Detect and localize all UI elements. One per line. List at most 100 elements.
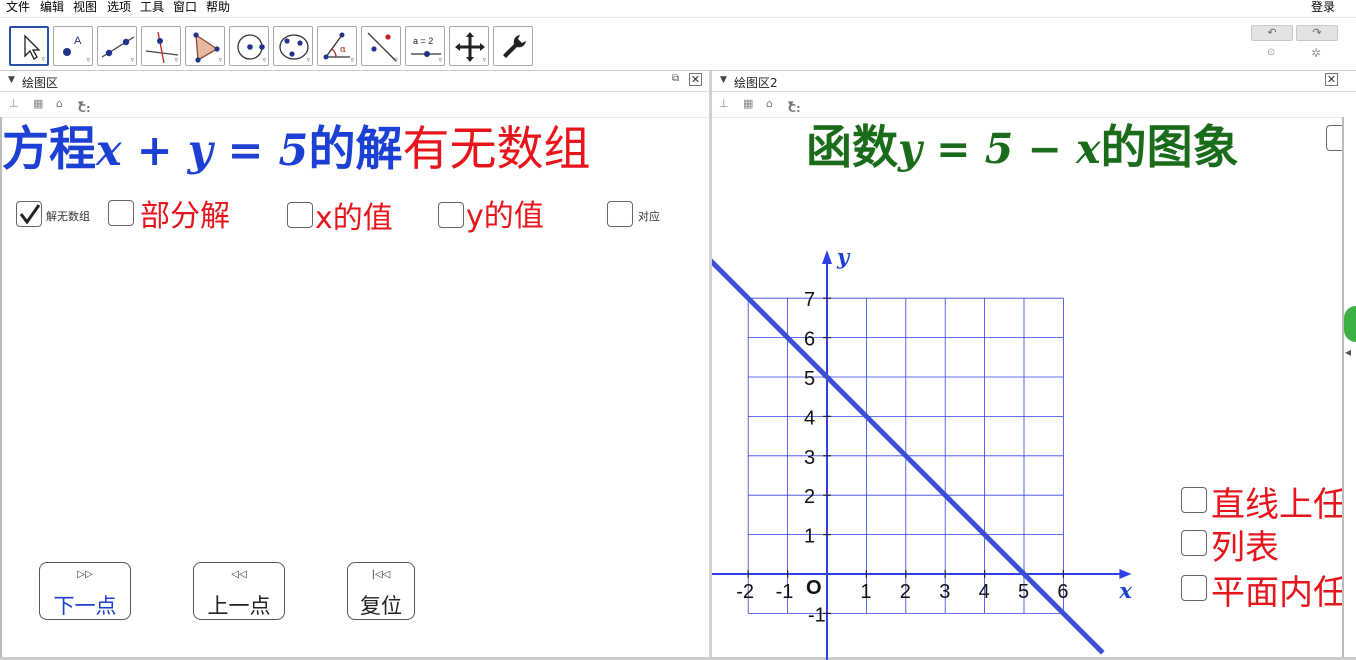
heading-math: x + y = 5 bbox=[96, 126, 309, 176]
y-tick-label: 6 bbox=[804, 329, 815, 351]
panel2-collapse-icon[interactable]: ▼ bbox=[720, 75, 727, 85]
panel1-style-bar: ⊥ ▦ ⌂ C: ▾ bbox=[0, 92, 709, 118]
next-point-label: 下一点 bbox=[53, 594, 117, 618]
checkmark-icon bbox=[19, 204, 41, 225]
redo-button[interactable]: ↷ bbox=[1296, 25, 1338, 41]
menu-window[interactable]: 窗口 bbox=[173, 0, 197, 14]
heading-math: y = 5 − x bbox=[898, 125, 1101, 173]
y-axis-arrow bbox=[822, 250, 832, 264]
tool-wrench[interactable] bbox=[493, 26, 533, 66]
menu-edit[interactable]: 编辑 bbox=[40, 0, 64, 14]
gear-icon[interactable]: ✲ bbox=[1311, 46, 1321, 60]
reset-button[interactable]: |◁◁ 复位 bbox=[347, 562, 415, 620]
checkbox-partial-solutions[interactable] bbox=[108, 200, 134, 226]
y-tick-label: 4 bbox=[804, 407, 815, 429]
tool-circle-three[interactable]: ▿ bbox=[273, 26, 313, 66]
tool-line[interactable]: ▿ bbox=[97, 26, 137, 66]
tool-reflect[interactable]: ▿ bbox=[361, 26, 401, 66]
panel2-heading: 函数y = 5 − x的图象 bbox=[806, 117, 1342, 177]
panel1-close-icon[interactable]: ✕ bbox=[689, 73, 702, 86]
reset-label: 复位 bbox=[360, 594, 402, 618]
checkbox-x-values[interactable] bbox=[287, 202, 313, 228]
label-any-point-on-line: 直线上任 bbox=[1211, 485, 1342, 525]
y-tick-label: -1 bbox=[808, 604, 826, 626]
tool-move-view[interactable]: ▿ bbox=[449, 26, 489, 66]
label-partial-solutions: 部分解 bbox=[140, 199, 230, 234]
redo-icon: ↷ bbox=[1312, 26, 1322, 39]
checkbox-any-point-in-plane[interactable] bbox=[1181, 575, 1207, 601]
sidebar-toggle[interactable] bbox=[1344, 306, 1356, 342]
fast-forward-icon: ▷▷ bbox=[77, 569, 93, 580]
x-tick-label: 1 bbox=[860, 581, 871, 603]
menu-view[interactable]: 视图 bbox=[73, 0, 97, 14]
checkbox-solutions-infinite[interactable] bbox=[16, 201, 42, 227]
home-icon[interactable]: ⌂ bbox=[56, 97, 63, 110]
x-tick-label: 4 bbox=[979, 581, 990, 603]
heading-text-2: 的图象 bbox=[1100, 120, 1239, 174]
previous-point-label: 上一点 bbox=[207, 594, 271, 618]
checkbox-any-point-on-line[interactable] bbox=[1181, 487, 1207, 513]
panel2-header: ▼ 绘图区2 ✕ bbox=[712, 71, 1356, 92]
checkbox-table[interactable] bbox=[1181, 530, 1207, 556]
menu-options[interactable]: 选项 bbox=[107, 0, 131, 14]
menu-help[interactable]: 帮助 bbox=[206, 0, 230, 14]
label-y-values: y的值 bbox=[466, 199, 544, 234]
panel1-collapse-icon[interactable]: ▼ bbox=[8, 75, 15, 85]
panel1-heading: 方程x + y = 5的解有无数组 bbox=[2, 117, 702, 183]
tool-polygon[interactable]: ▿ bbox=[185, 26, 225, 66]
help-icon[interactable]: ⊙ bbox=[1267, 47, 1275, 58]
y-tick-label: 7 bbox=[804, 289, 815, 311]
wrench-icon bbox=[503, 35, 526, 58]
svg-text:α: α bbox=[340, 45, 346, 55]
y-tick-label: 5 bbox=[804, 368, 815, 390]
heading-text-1: 函数 bbox=[806, 120, 898, 174]
axes-toggle-icon[interactable]: ⊥ bbox=[719, 97, 729, 110]
skip-back-icon: |◁◁ bbox=[371, 569, 391, 580]
tool-circle-center[interactable]: ▿ bbox=[229, 26, 269, 66]
chevron-left-icon[interactable]: ◂ bbox=[1345, 345, 1351, 359]
panel2-title: 绘图区2 bbox=[734, 76, 778, 90]
checkbox-correspond[interactable] bbox=[607, 201, 633, 227]
panel1-header: ▼ 绘图区 ⧉ ✕ bbox=[0, 71, 709, 92]
grid-toggle-icon[interactable]: ▦ bbox=[743, 97, 753, 110]
y-tick-label: 1 bbox=[804, 526, 815, 548]
panel1-undock-icon[interactable]: ⧉ bbox=[672, 73, 679, 84]
y-tick-label: 2 bbox=[804, 486, 815, 508]
svg-text:A: A bbox=[74, 35, 82, 47]
checkbox-y-values[interactable] bbox=[438, 202, 464, 228]
menu-tools[interactable]: 工具 bbox=[140, 0, 164, 14]
menu-file[interactable]: 文件 bbox=[6, 0, 30, 14]
undo-button[interactable]: ↶ bbox=[1251, 25, 1293, 41]
tool-slider[interactable]: a = 2 ▿ bbox=[405, 26, 445, 66]
label-solutions-infinite: 解无数组 bbox=[46, 210, 90, 223]
x-tick-label: 2 bbox=[900, 581, 911, 603]
undo-icon: ↶ bbox=[1267, 26, 1277, 39]
graphics-style-dropdown[interactable]: C: ▾ bbox=[78, 97, 90, 115]
svg-text:a = 2: a = 2 bbox=[413, 36, 433, 46]
label-x-values: x的值 bbox=[315, 201, 393, 236]
next-point-button[interactable]: ▷▷ 下一点 bbox=[39, 562, 131, 620]
x-tick-label: 5 bbox=[1018, 581, 1029, 603]
tool-angle[interactable]: α ▿ bbox=[317, 26, 357, 66]
grid-toggle-icon[interactable]: ▦ bbox=[33, 97, 43, 110]
login-link[interactable]: 登录 bbox=[1311, 0, 1335, 14]
label-any-point-in-plane: 平面内任 bbox=[1211, 573, 1342, 613]
heading-text-3: 有无数组 bbox=[402, 122, 591, 177]
tool-point[interactable]: A ▿ bbox=[53, 26, 93, 66]
x-axis-label: x bbox=[1118, 578, 1132, 603]
rewind-icon: ◁◁ bbox=[231, 569, 247, 580]
menu-bar: 文件 编辑 视图 选项 工具 窗口 帮助 登录 bbox=[0, 0, 1356, 18]
y-axis-label: y bbox=[836, 244, 851, 269]
tool-perpendicular[interactable]: ▿ bbox=[141, 26, 181, 66]
checkbox-heading[interactable] bbox=[1326, 125, 1342, 151]
previous-point-button[interactable]: ◁◁ 上一点 bbox=[193, 562, 285, 620]
move-arrow-icon bbox=[24, 34, 41, 60]
axes-toggle-icon[interactable]: ⊥ bbox=[9, 97, 19, 110]
tool-move[interactable]: ▿ bbox=[9, 26, 49, 66]
graphics-style-dropdown[interactable]: C: ▾ bbox=[788, 97, 800, 115]
home-icon[interactable]: ⌂ bbox=[766, 97, 773, 110]
panel2-close-icon[interactable]: ✕ bbox=[1325, 73, 1338, 86]
label-table: 列表 bbox=[1211, 528, 1279, 568]
function-graph: -2 -1 1 2 3 4 5 6 -1 1 2 3 4 5 6 7 O x y bbox=[712, 244, 1132, 660]
origin-label: O bbox=[806, 577, 822, 599]
